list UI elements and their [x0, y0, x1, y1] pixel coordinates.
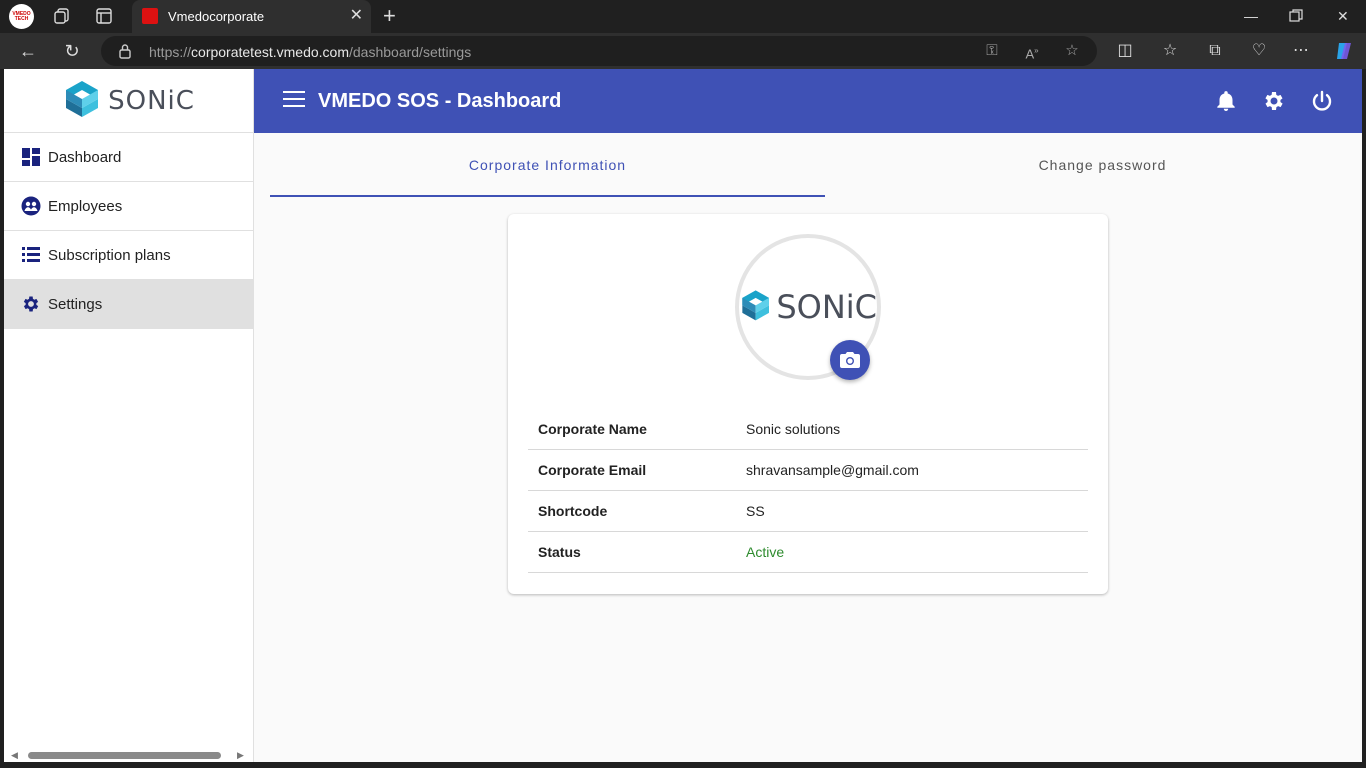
table-row: Status Active	[528, 532, 1088, 573]
power-icon[interactable]	[1310, 89, 1334, 113]
profile-avatar[interactable]: VMEDO TECH	[9, 4, 34, 29]
browser-address-row: ← ↻ https://corporatetest.vmedo.com/dash…	[0, 33, 1366, 69]
favorites-icon[interactable]: ☆	[1160, 41, 1180, 61]
sidebar-item-label: Subscription plans	[48, 246, 171, 264]
minimize-icon[interactable]: —	[1244, 6, 1258, 26]
lock-icon[interactable]	[118, 43, 132, 59]
table-row: Corporate Name Sonic solutions	[528, 409, 1088, 450]
field-label: Shortcode	[538, 503, 608, 519]
logo-text: SONiC	[776, 288, 877, 326]
employees-icon	[21, 196, 41, 216]
field-label: Corporate Name	[538, 421, 647, 437]
scrollbar-thumb[interactable]	[28, 752, 221, 759]
active-tab-indicator	[270, 195, 825, 197]
sidebar-horizontal-scrollbar[interactable]: ◀ ▶	[4, 748, 254, 762]
sidebar-item-employees[interactable]: Employees	[4, 182, 253, 231]
back-icon[interactable]: ←	[17, 40, 39, 62]
split-screen-icon[interactable]: ◫	[1115, 41, 1135, 61]
tab-change-password[interactable]: Change password	[825, 133, 1362, 197]
refresh-icon[interactable]: ↻	[61, 40, 83, 62]
collections-icon[interactable]: ⧉	[1205, 41, 1225, 61]
page-title: VMEDO SOS - Dashboard	[318, 90, 562, 112]
sonic-logo-icon	[66, 80, 99, 117]
copilot-icon[interactable]	[1333, 40, 1355, 62]
restore-icon[interactable]	[1289, 9, 1303, 23]
dashboard-icon	[21, 147, 41, 167]
tab-actions-icon[interactable]	[95, 7, 113, 25]
read-aloud-icon[interactable]: A»	[1023, 42, 1041, 61]
sidebar-item-subscription-plans[interactable]: Subscription plans	[4, 231, 253, 280]
corporate-info-card: SONiC Corporate Name Sonic solutions Cor…	[508, 214, 1108, 594]
favorite-star-icon[interactable]: ☆	[1063, 42, 1081, 60]
corporate-email-value: shravansample@gmail.com	[746, 462, 919, 478]
table-row: Corporate Email shravansample@gmail.com	[528, 450, 1088, 491]
more-menu-icon[interactable]: ⋯	[1291, 41, 1311, 61]
new-tab-icon[interactable]: +	[383, 4, 396, 28]
workspaces-icon[interactable]	[53, 7, 71, 25]
upload-logo-button[interactable]	[830, 340, 870, 380]
app-viewport: SONiC Dashboard Employees Subscription p…	[4, 69, 1362, 762]
corporate-info-table: Corporate Name Sonic solutions Corporate…	[528, 409, 1088, 573]
sidebar-item-label: Dashboard	[48, 148, 122, 166]
sidebar-item-label: Settings	[48, 295, 103, 313]
browser-tab-bar: VMEDO TECH Vmedocorporate ✕ + — ✕	[0, 0, 1366, 33]
hamburger-menu-icon[interactable]	[283, 91, 305, 111]
tab-corporate-information[interactable]: Corporate Information	[270, 133, 825, 197]
browser-essentials-icon[interactable]: ♡	[1249, 41, 1269, 61]
sidebar-item-label: Employees	[48, 197, 123, 215]
sidebar-brand: SONiC	[4, 69, 253, 133]
scroll-right-icon[interactable]: ▶	[237, 750, 244, 761]
gear-icon	[21, 294, 41, 314]
field-label: Corporate Email	[538, 462, 647, 478]
sonic-logo-icon	[742, 290, 769, 321]
table-row: Shortcode SS	[528, 491, 1088, 532]
bell-icon[interactable]	[1214, 89, 1238, 113]
scroll-left-icon[interactable]: ◀	[11, 750, 18, 761]
window-bottom-edge	[0, 762, 1366, 768]
list-icon	[21, 245, 41, 265]
close-window-icon[interactable]: ✕	[1337, 6, 1349, 26]
url-text[interactable]: https://corporatetest.vmedo.com/dashboar…	[149, 44, 471, 60]
sidebar-item-dashboard[interactable]: Dashboard	[4, 133, 253, 182]
key-icon[interactable]: ⚿	[983, 42, 1001, 60]
browser-tab[interactable]: Vmedocorporate ✕	[132, 0, 371, 33]
tab-label: Change password	[1038, 157, 1167, 173]
settings-tabs: Corporate Information Change password	[270, 133, 1362, 198]
address-bar[interactable]: https://corporatetest.vmedo.com/dashboar…	[101, 36, 1097, 66]
status-badge: Active	[746, 544, 785, 560]
app-toolbar: VMEDO SOS - Dashboard	[254, 69, 1362, 133]
corporate-name-value: Sonic solutions	[746, 421, 841, 437]
sidebar-item-settings[interactable]: Settings	[4, 280, 253, 329]
settings-gear-icon[interactable]	[1262, 89, 1286, 113]
tab-label: Corporate Information	[468, 157, 627, 173]
field-label: Status	[538, 544, 581, 560]
browser-tab-title: Vmedocorporate	[168, 9, 265, 24]
shortcode-value: SS	[746, 503, 765, 519]
vmedo-favicon-icon	[142, 8, 158, 24]
sidebar: SONiC Dashboard Employees Subscription p…	[4, 69, 254, 762]
close-tab-icon[interactable]: ✕	[350, 7, 363, 25]
camera-icon	[840, 352, 860, 368]
brand-name: SONiC	[108, 85, 195, 116]
